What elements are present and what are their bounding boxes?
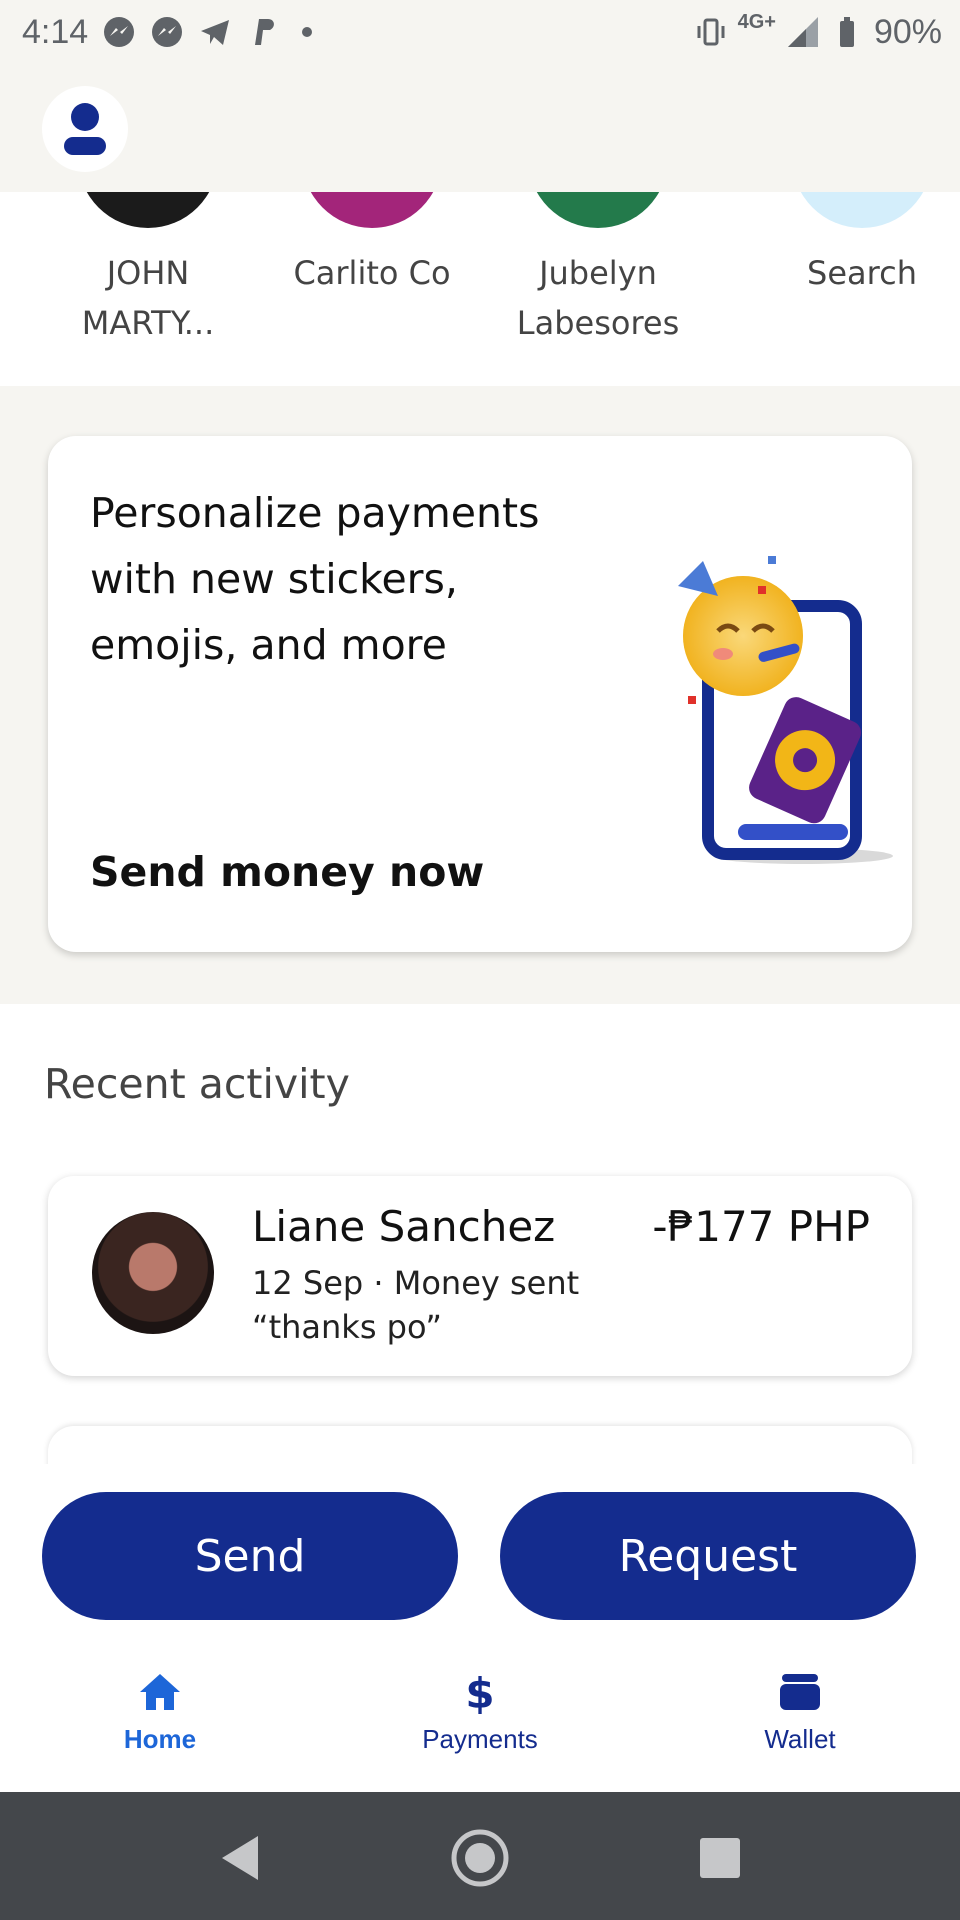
nav-wallet[interactable]: Wallet [700,1670,900,1755]
paypal-icon [255,19,275,45]
system-nav-bar [0,1792,960,1920]
svg-text:$: $ [465,1670,494,1714]
nav-wallet-label: Wallet [764,1724,836,1754]
send-button[interactable]: Send [42,1492,458,1620]
contact-name: Search [807,254,917,292]
battery-level: 90% [873,12,942,51]
send-money-now-link[interactable]: Send money now [90,848,484,896]
app-header [0,64,960,192]
dollar-icon: $ [465,1670,494,1714]
status-bar: 4:14 4G+ 90% [0,0,960,64]
contact-name: JOHN MARTY... [81,254,215,342]
more-notifications-dot [302,27,313,37]
recent-activity-heading: Recent activity [44,1060,350,1108]
messenger-icon [104,17,135,47]
back-icon[interactable] [210,1828,270,1888]
nav-home-label: Home [123,1724,197,1754]
profile-button[interactable] [42,86,128,172]
activity-meta: 12 Sep · Money sent [252,1264,580,1302]
contact-name: Carlito Co [293,254,451,292]
nav-payments[interactable]: $ Payments [380,1670,580,1755]
recent-activity-section: Recent activity Liane Sanchez 12 Sep · M… [0,1004,960,1486]
activity-item[interactable]: Liane Sanchez 12 Sep · Money sent “thank… [48,1176,912,1376]
wallet-icon [780,1674,820,1710]
party-phone-illustration [678,556,893,864]
battery-icon [839,17,854,47]
user-icon [64,103,106,155]
action-buttons: Send Request [0,1464,960,1640]
promo-title: Personalize payments with new stickers, … [90,489,540,669]
telegram-icon [201,20,230,45]
nav-home[interactable]: Home [60,1670,260,1755]
signal-icon [787,17,818,47]
contact-avatar [302,192,442,228]
contact-name: Jubelyn Labesores [516,254,680,342]
messenger-icon [152,17,183,47]
promo-section: Personalize payments with new stickers, … [0,386,960,1004]
activity-note: “thanks po” [252,1308,442,1346]
vibrate-icon [697,18,725,46]
status-time: 4:14 [22,12,89,51]
contact-avatar [528,192,668,228]
search-avatar [792,192,932,228]
home-icon [140,1674,180,1710]
bottom-nav: Home $ Payments Wallet [0,1640,960,1792]
nav-payments-label: Payments [422,1724,538,1754]
request-button[interactable]: Request [500,1492,916,1620]
home-circle-icon[interactable] [450,1828,510,1888]
recents-icon[interactable] [690,1828,750,1888]
promo-card[interactable]: Personalize payments with new stickers, … [48,436,912,952]
contact-avatar [78,192,218,228]
network-type: 4G+ [737,10,776,33]
activity-contact-name: Liane Sanchez [252,1202,556,1251]
avatar [92,1212,214,1334]
activity-amount: -₱177 PHP [652,1202,870,1251]
contacts-strip: JOHN MARTY... Carlito Co Jubelyn Labesor… [0,192,960,386]
